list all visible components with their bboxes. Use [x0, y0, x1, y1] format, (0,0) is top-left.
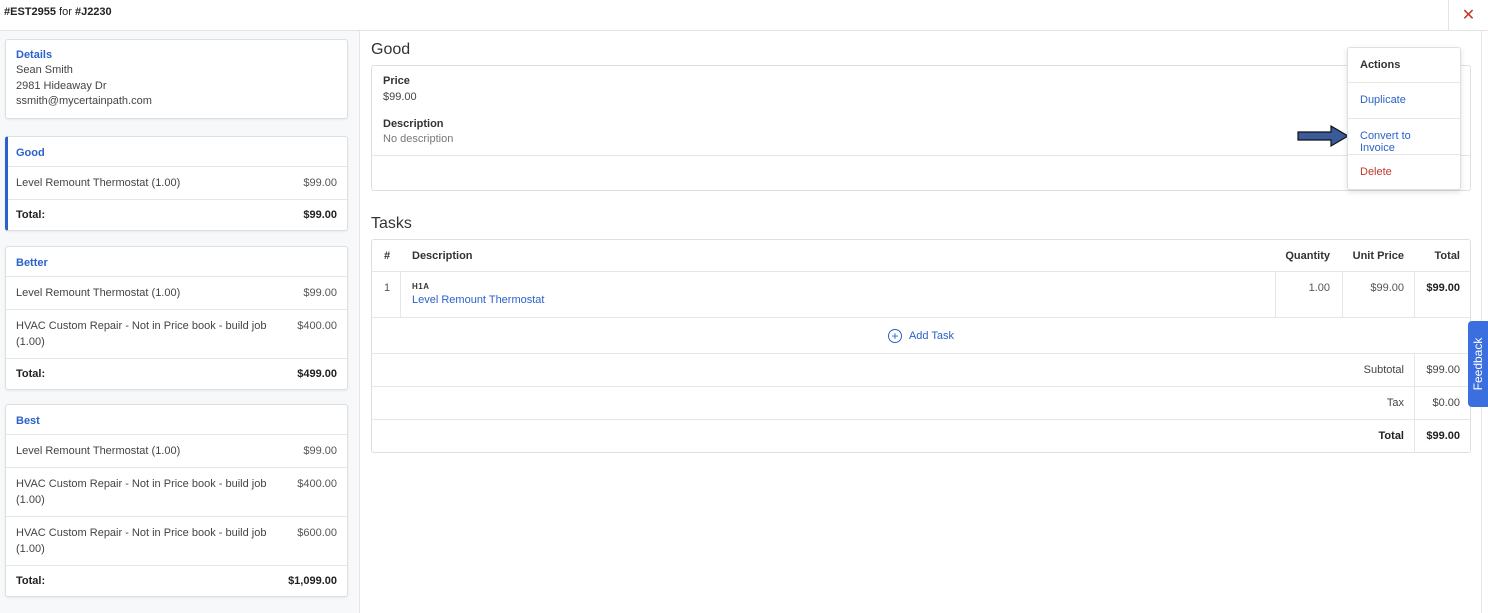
line-item-amount: $99.00	[303, 287, 337, 299]
total-value: $499.00	[297, 368, 337, 380]
option-detail-panel: Good Price $99.00 Description No descrip…	[361, 31, 1488, 613]
price-label: Price	[383, 75, 410, 87]
price-value: $99.00	[383, 91, 417, 103]
col-num: #	[384, 250, 391, 262]
plus-circle-icon: +	[887, 328, 902, 343]
option-name: Best	[6, 405, 347, 435]
option-total: Total: $99.00	[8, 200, 347, 230]
total-label: Total:	[16, 368, 46, 380]
column-divider	[1414, 354, 1415, 387]
line-item-amount: $400.00	[297, 320, 337, 332]
tasks-title: Tasks	[371, 215, 412, 232]
total-label: Total:	[16, 575, 46, 587]
column-divider	[1414, 387, 1415, 420]
column-divider	[1275, 272, 1276, 318]
estimate-title: #EST2955 for #J2230	[4, 6, 112, 18]
add-task-button[interactable]: + Add Task	[372, 318, 1470, 354]
for-label: for	[59, 6, 72, 18]
line-item-amount: $400.00	[297, 478, 337, 490]
option-line-item: Level Remount Thermostat (1.00) $99.00	[6, 277, 347, 310]
total-value: $1,099.00	[288, 575, 337, 587]
option-name: Better	[6, 247, 347, 277]
close-button[interactable]: ✕	[1448, 0, 1488, 30]
col-total: Total	[1434, 250, 1460, 262]
task-quantity: 1.00	[1308, 282, 1330, 294]
description-label: Description	[383, 118, 444, 130]
line-item-desc: Level Remount Thermostat (1.00)	[16, 287, 181, 299]
duplicate-menu-item[interactable]: Duplicate	[1348, 83, 1460, 119]
close-icon: ✕	[1461, 7, 1476, 24]
customer-name: Sean Smith	[16, 64, 73, 76]
subtotal-label: Subtotal	[1363, 364, 1404, 376]
feedback-tab[interactable]: Feedback	[1468, 321, 1488, 407]
delete-menu-item[interactable]: Delete	[1348, 155, 1460, 191]
tax-value: $0.00	[1432, 397, 1460, 409]
task-code: H1A	[412, 282, 430, 291]
col-unit-price: Unit Price	[1352, 250, 1404, 262]
line-item-amount: $99.00	[303, 445, 337, 457]
option-card-better[interactable]: Better Level Remount Thermostat (1.00) $…	[5, 246, 348, 390]
grand-total-label: Total	[1378, 430, 1404, 442]
line-item-desc: HVAC Custom Repair - Not in Price book -…	[16, 527, 267, 555]
table-row[interactable]: 1 H1A Level Remount Thermostat 1.00 $99.…	[372, 272, 1470, 318]
col-quantity: Quantity	[1285, 250, 1330, 262]
task-unit-price: $99.00	[1370, 282, 1404, 294]
line-item-desc: HVAC Custom Repair - Not in Price book -…	[16, 478, 267, 506]
tasks-table: # Description Quantity Unit Price Total …	[371, 239, 1471, 453]
column-divider	[1414, 272, 1415, 318]
task-name-link[interactable]: Level Remount Thermostat	[412, 294, 544, 306]
row-num: 1	[384, 282, 391, 294]
total-label: Total:	[16, 209, 46, 221]
divider	[372, 155, 1470, 156]
description-value: No description	[383, 133, 454, 145]
option-line-item: Level Remount Thermostat (1.00) $99.00	[8, 167, 347, 200]
line-item-desc: HVAC Custom Repair - Not in Price book -…	[16, 320, 267, 348]
actions-heading: Actions	[1348, 48, 1460, 83]
line-item-desc: Level Remount Thermostat (1.00)	[16, 177, 181, 189]
option-line-item: HVAC Custom Repair - Not in Price book -…	[6, 310, 347, 359]
tax-row: Tax $0.00	[372, 387, 1470, 420]
top-bar: #EST2955 for #J2230 ✕	[0, 0, 1488, 31]
line-item-amount: $99.00	[303, 177, 337, 189]
customer-email: ssmith@mycertainpath.com	[16, 95, 152, 107]
details-card: Details Sean Smith 2981 Hideaway Dr ssmi…	[5, 39, 348, 119]
column-divider	[1414, 420, 1415, 453]
tasks-header-row: # Description Quantity Unit Price Total	[372, 240, 1470, 272]
option-total: Total: $499.00	[6, 359, 347, 389]
column-divider	[1342, 272, 1343, 318]
option-total: Total: $1,099.00	[6, 566, 347, 596]
total-value: $99.00	[303, 209, 337, 221]
option-card-best[interactable]: Best Level Remount Thermostat (1.00) $99…	[5, 404, 348, 597]
option-line-item: Level Remount Thermostat (1.00) $99.00	[6, 435, 347, 468]
option-line-item: HVAC Custom Repair - Not in Price book -…	[6, 517, 347, 566]
option-line-item: HVAC Custom Repair - Not in Price book -…	[6, 468, 347, 517]
job-id: #J2230	[74, 6, 112, 18]
grand-total-row: Total $99.00	[372, 420, 1470, 453]
tax-label: Tax	[1386, 397, 1404, 409]
details-heading: Details	[16, 49, 53, 61]
line-item-amount: $600.00	[297, 527, 337, 539]
arrow-icon	[1297, 124, 1349, 148]
add-task-label: Add Task	[908, 329, 955, 342]
actions-menu: Actions Duplicate Convert to Invoice Del…	[1347, 47, 1461, 190]
estimate-id: #EST2955	[4, 6, 56, 18]
options-sidebar: Details Sean Smith 2981 Hideaway Dr ssmi…	[0, 31, 360, 613]
subtotal-value: $99.00	[1426, 364, 1460, 376]
line-item-desc: Level Remount Thermostat (1.00)	[16, 445, 181, 457]
customer-address: 2981 Hideaway Dr	[16, 79, 107, 92]
grand-total-value: $99.00	[1426, 430, 1460, 442]
column-divider	[400, 272, 401, 318]
feedback-label: Feedback	[1471, 337, 1485, 391]
task-total: $99.00	[1426, 282, 1460, 294]
col-description: Description	[412, 250, 473, 262]
option-title: Good	[371, 41, 411, 58]
option-card-good[interactable]: Good Level Remount Thermostat (1.00) $99…	[5, 136, 348, 231]
option-name: Good	[8, 137, 347, 167]
convert-to-invoice-menu-item[interactable]: Convert to Invoice	[1348, 119, 1460, 155]
subtotal-row: Subtotal $99.00	[372, 354, 1470, 387]
